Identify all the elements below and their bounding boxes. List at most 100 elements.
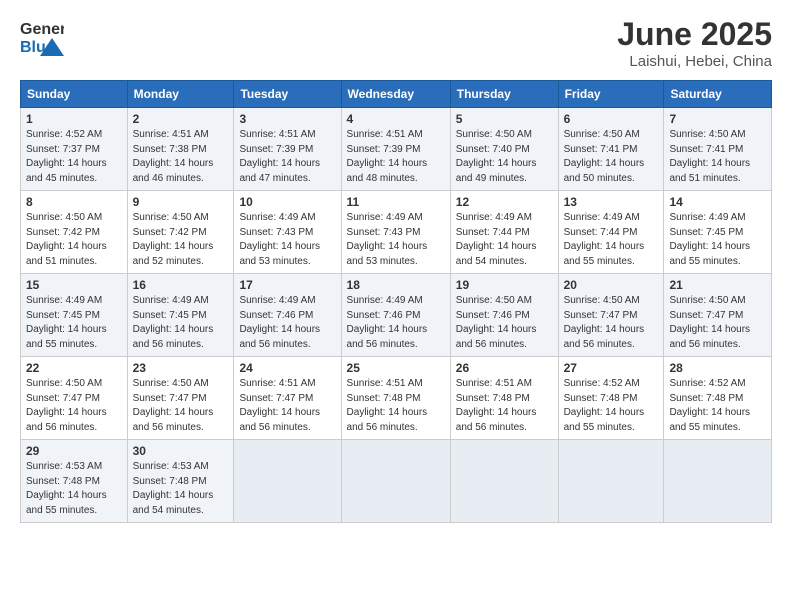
day-info: Sunrise: 4:50 AMSunset: 7:41 PMDaylight:… xyxy=(669,129,750,184)
calendar-cell: 18 Sunrise: 4:49 AMSunset: 7:46 PMDayligh… xyxy=(341,274,450,357)
day-info: Sunrise: 4:51 AMSunset: 7:39 PMDaylight:… xyxy=(347,129,428,184)
calendar-cell: 17 Sunrise: 4:49 AMSunset: 7:46 PMDayligh… xyxy=(234,274,341,357)
calendar-cell: 12 Sunrise: 4:49 AMSunset: 7:44 PMDayligh… xyxy=(450,191,558,274)
day-number: 14 xyxy=(669,195,766,209)
day-info: Sunrise: 4:51 AMSunset: 7:39 PMDaylight:… xyxy=(239,129,320,184)
calendar-cell: 22Sunrise: 4:50 AMSunset: 7:47 PMDayligh… xyxy=(21,357,128,440)
day-header-monday: Monday xyxy=(127,81,234,108)
calendar-cell xyxy=(341,440,450,523)
day-info: Sunrise: 4:49 AMSunset: 7:45 PMDaylight:… xyxy=(133,295,214,350)
calendar-cell: 21 Sunrise: 4:50 AMSunset: 7:47 PMDayligh… xyxy=(664,274,772,357)
calendar-cell: 20Sunrise: 4:50 AMSunset: 7:47 PMDayligh… xyxy=(558,274,664,357)
day-number: 25 xyxy=(347,361,445,375)
day-info: Sunrise: 4:51 AMSunset: 7:48 PMDaylight:… xyxy=(347,378,428,433)
calendar-cell xyxy=(558,440,664,523)
day-info: Sunrise: 4:50 AMSunset: 7:41 PMDaylight:… xyxy=(564,129,645,184)
page: General Blue June 2025 Laishui, Hebei, C… xyxy=(0,0,792,612)
day-number: 16 xyxy=(133,278,229,292)
day-number: 15 xyxy=(26,278,122,292)
calendar-cell: 25 Sunrise: 4:51 AMSunset: 7:48 PMDayligh… xyxy=(341,357,450,440)
calendar-body: 1 Sunrise: 4:52 AMSunset: 7:37 PMDaylight… xyxy=(21,108,772,523)
calendar-cell: 19 Sunrise: 4:50 AMSunset: 7:46 PMDayligh… xyxy=(450,274,558,357)
day-number: 11 xyxy=(347,195,445,209)
calendar-week-4: 22Sunrise: 4:50 AMSunset: 7:47 PMDayligh… xyxy=(21,357,772,440)
day-header-sunday: Sunday xyxy=(21,81,128,108)
day-number: 6 xyxy=(564,112,659,126)
day-number: 21 xyxy=(669,278,766,292)
calendar-week-3: 15 Sunrise: 4:49 AMSunset: 7:45 PMDayligh… xyxy=(21,274,772,357)
day-number: 1 xyxy=(26,112,122,126)
calendar-cell: 23 Sunrise: 4:50 AMSunset: 7:47 PMDayligh… xyxy=(127,357,234,440)
day-info: Sunrise: 4:49 AMSunset: 7:46 PMDaylight:… xyxy=(239,295,320,350)
calendar-cell xyxy=(664,440,772,523)
logo-icon: General Blue xyxy=(20,16,64,56)
calendar-title: June 2025 xyxy=(617,16,772,53)
day-number: 3 xyxy=(239,112,335,126)
day-number: 24 xyxy=(239,361,335,375)
day-header-friday: Friday xyxy=(558,81,664,108)
day-number: 17 xyxy=(239,278,335,292)
day-info: Sunrise: 4:49 AMSunset: 7:43 PMDaylight:… xyxy=(239,212,320,267)
day-info: Sunrise: 4:50 AMSunset: 7:46 PMDaylight:… xyxy=(456,295,537,350)
calendar-table: SundayMondayTuesdayWednesdayThursdayFrid… xyxy=(20,80,772,523)
day-number: 7 xyxy=(669,112,766,126)
calendar-cell xyxy=(234,440,341,523)
calendar-cell: 15Sunrise: 4:49 AMSunset: 7:45 PMDayligh… xyxy=(21,274,128,357)
day-info: Sunrise: 4:50 AMSunset: 7:40 PMDaylight:… xyxy=(456,129,537,184)
day-number: 20 xyxy=(564,278,659,292)
logo: General Blue xyxy=(20,16,64,56)
calendar-cell: 4 Sunrise: 4:51 AMSunset: 7:39 PMDaylight… xyxy=(341,108,450,191)
day-number: 12 xyxy=(456,195,553,209)
calendar-cell: 3 Sunrise: 4:51 AMSunset: 7:39 PMDaylight… xyxy=(234,108,341,191)
day-number: 10 xyxy=(239,195,335,209)
calendar-header-row: SundayMondayTuesdayWednesdayThursdayFrid… xyxy=(21,81,772,108)
calendar-cell: 5Sunrise: 4:50 AMSunset: 7:40 PMDaylight… xyxy=(450,108,558,191)
day-info: Sunrise: 4:51 AMSunset: 7:48 PMDaylight:… xyxy=(456,378,537,433)
calendar-cell: 1 Sunrise: 4:52 AMSunset: 7:37 PMDaylight… xyxy=(21,108,128,191)
calendar-cell: 26 Sunrise: 4:51 AMSunset: 7:48 PMDayligh… xyxy=(450,357,558,440)
calendar-cell: 2 Sunrise: 4:51 AMSunset: 7:38 PMDaylight… xyxy=(127,108,234,191)
day-header-saturday: Saturday xyxy=(664,81,772,108)
day-number: 23 xyxy=(133,361,229,375)
day-info: Sunrise: 4:50 AMSunset: 7:47 PMDaylight:… xyxy=(669,295,750,350)
day-info: Sunrise: 4:49 AMSunset: 7:46 PMDaylight:… xyxy=(347,295,428,350)
day-number: 4 xyxy=(347,112,445,126)
calendar-cell: 7 Sunrise: 4:50 AMSunset: 7:41 PMDaylight… xyxy=(664,108,772,191)
calendar-cell: 27Sunrise: 4:52 AMSunset: 7:48 PMDayligh… xyxy=(558,357,664,440)
calendar-cell: 28 Sunrise: 4:52 AMSunset: 7:48 PMDayligh… xyxy=(664,357,772,440)
calendar-week-1: 1 Sunrise: 4:52 AMSunset: 7:37 PMDaylight… xyxy=(21,108,772,191)
day-number: 26 xyxy=(456,361,553,375)
day-number: 2 xyxy=(133,112,229,126)
day-number: 18 xyxy=(347,278,445,292)
day-info: Sunrise: 4:51 AMSunset: 7:47 PMDaylight:… xyxy=(239,378,320,433)
calendar-cell: 11 Sunrise: 4:49 AMSunset: 7:43 PMDayligh… xyxy=(341,191,450,274)
day-info: Sunrise: 4:52 AMSunset: 7:48 PMDaylight:… xyxy=(669,378,750,433)
day-number: 9 xyxy=(133,195,229,209)
day-info: Sunrise: 4:53 AMSunset: 7:48 PMDaylight:… xyxy=(26,461,107,516)
calendar-cell: 8Sunrise: 4:50 AMSunset: 7:42 PMDaylight… xyxy=(21,191,128,274)
calendar-location: Laishui, Hebei, China xyxy=(617,53,772,70)
day-number: 30 xyxy=(133,444,229,458)
calendar-cell: 10 Sunrise: 4:49 AMSunset: 7:43 PMDayligh… xyxy=(234,191,341,274)
svg-text:Blue: Blue xyxy=(20,39,55,56)
day-header-tuesday: Tuesday xyxy=(234,81,341,108)
calendar-week-5: 29 Sunrise: 4:53 AMSunset: 7:48 PMDayligh… xyxy=(21,440,772,523)
day-info: Sunrise: 4:49 AMSunset: 7:45 PMDaylight:… xyxy=(669,212,750,267)
day-info: Sunrise: 4:52 AMSunset: 7:37 PMDaylight:… xyxy=(26,129,107,184)
day-header-wednesday: Wednesday xyxy=(341,81,450,108)
day-info: Sunrise: 4:52 AMSunset: 7:48 PMDaylight:… xyxy=(564,378,645,433)
day-info: Sunrise: 4:50 AMSunset: 7:47 PMDaylight:… xyxy=(133,378,214,433)
day-number: 19 xyxy=(456,278,553,292)
day-number: 29 xyxy=(26,444,122,458)
calendar-cell xyxy=(450,440,558,523)
header: General Blue June 2025 Laishui, Hebei, C… xyxy=(20,16,772,70)
svg-text:General: General xyxy=(20,21,64,38)
day-info: Sunrise: 4:50 AMSunset: 7:42 PMDaylight:… xyxy=(26,212,107,267)
calendar-cell: 30Sunrise: 4:53 AMSunset: 7:48 PMDayligh… xyxy=(127,440,234,523)
day-number: 28 xyxy=(669,361,766,375)
day-info: Sunrise: 4:49 AMSunset: 7:44 PMDaylight:… xyxy=(456,212,537,267)
calendar-cell: 16 Sunrise: 4:49 AMSunset: 7:45 PMDayligh… xyxy=(127,274,234,357)
calendar-week-2: 8Sunrise: 4:50 AMSunset: 7:42 PMDaylight… xyxy=(21,191,772,274)
day-info: Sunrise: 4:51 AMSunset: 7:38 PMDaylight:… xyxy=(133,129,214,184)
day-info: Sunrise: 4:49 AMSunset: 7:43 PMDaylight:… xyxy=(347,212,428,267)
